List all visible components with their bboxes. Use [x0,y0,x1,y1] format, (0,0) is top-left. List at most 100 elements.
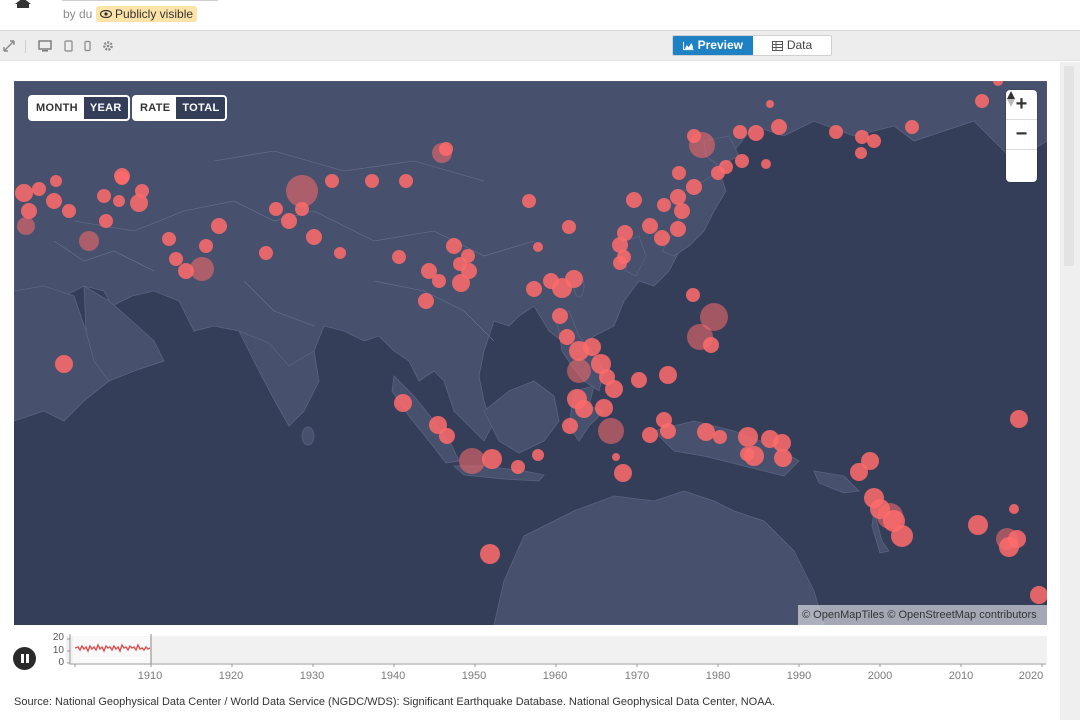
quake-marker [612,453,620,461]
eye-icon [100,10,112,18]
quake-marker [1008,530,1026,548]
quake-marker [17,217,35,235]
quake-marker [654,230,670,246]
source-note: Source: National Geophysical Data Center… [14,696,775,708]
visibility-badge[interactable]: Publicly visible [96,6,198,22]
x-tick: 2020 [1018,670,1044,682]
earthquake-map[interactable]: MONTH YEAR RATE TOTAL + − © OpenMapTiles… [14,81,1047,625]
quake-marker [631,372,647,388]
quake-marker [50,175,62,187]
chart-icon [683,41,694,50]
quake-marker [829,125,843,139]
quake-marker [526,281,542,297]
quake-marker [32,182,46,196]
quake-marker [626,192,642,208]
tab-preview[interactable]: Preview [673,36,753,55]
quake-marker [670,221,686,237]
compass-icon [1007,91,1015,107]
map-attribution[interactable]: © OpenMapTiles © OpenStreetMap contribut… [798,605,1047,625]
quake-marker [686,179,702,195]
quake-marker [135,184,149,198]
zoom-out-button[interactable]: − [1006,120,1037,150]
quake-marker [771,119,787,135]
quake-marker [269,202,283,216]
quake-marker [1030,586,1047,604]
quake-marker [850,463,868,481]
quake-marker [452,274,470,292]
quake-marker [461,249,475,263]
quake-marker [766,100,774,108]
title-underline [62,0,218,1]
quake-marker [735,154,749,168]
x-tick: 1950 [461,670,487,682]
quake-marker [642,427,658,443]
desktop-icon[interactable] [38,40,52,52]
quake-marker [399,174,413,188]
scrollbar-thumb[interactable] [1064,66,1074,266]
quake-marker [674,203,690,219]
quake-marker [774,449,792,467]
x-tick: 1930 [299,670,325,682]
quake-marker [46,193,62,209]
x-tick: 1970 [624,670,650,682]
x-tick: 1960 [542,670,568,682]
quake-marker [533,242,543,252]
tab-data-label: Data [786,38,813,52]
x-tick: 1910 [137,670,163,682]
quake-marker [259,246,273,260]
x-tick: 2010 [948,670,974,682]
quake-marker [670,189,686,205]
quake-marker [642,218,658,234]
quake-marker [855,147,867,159]
quake-marker [672,166,686,180]
timeline-axis [67,634,1046,667]
quake-marker [567,359,591,383]
quake-marker [286,175,318,207]
x-tick: 1920 [218,670,244,682]
map-canvas[interactable] [14,81,1047,625]
phone-icon[interactable] [84,40,91,52]
byline: by du [63,7,93,21]
quake-marker [975,94,989,108]
tab-data[interactable]: Data [753,36,831,55]
timeline-axis-line [69,634,1046,665]
quake-marker [79,231,99,251]
quake-marker [559,329,575,345]
home-icon[interactable] [14,0,32,8]
quake-marker [905,120,919,134]
quake-marker [660,423,676,439]
x-tick: 1940 [380,670,406,682]
toggle-year[interactable]: YEAR [83,97,128,119]
quake-marker [482,449,502,469]
view-tabs: Preview Data [672,35,832,56]
quake-marker [432,274,446,288]
quake-marker [713,430,727,444]
x-tick: 1980 [705,670,731,682]
landmass [14,81,1047,625]
quake-marker [562,220,576,234]
zoom-control: + − [1006,90,1037,182]
quake-marker [113,195,125,207]
australia-land [493,490,825,625]
quake-marker [552,308,568,324]
quake-marker [565,270,583,288]
tab-preview-label: Preview [697,38,743,52]
toggle-month[interactable]: MONTH [30,97,84,119]
scrollbar-track[interactable] [1060,62,1080,720]
quake-marker [867,134,881,148]
toggle-total[interactable]: TOTAL [176,97,226,119]
period-toggle: MONTH YEAR [28,95,130,121]
quake-marker [365,174,379,188]
expand-icon[interactable] [3,40,15,52]
visibility-label: Publicly visible [115,7,194,21]
gear-icon[interactable] [102,40,114,52]
quake-marker [697,423,715,441]
reset-north-button[interactable] [1006,91,1037,180]
quake-marker [418,293,434,309]
quake-marker [877,503,903,529]
quake-marker [281,213,297,229]
quake-marker [439,428,455,444]
tablet-icon[interactable] [64,40,73,52]
toggle-rate[interactable]: RATE [134,97,177,119]
quake-marker [598,418,624,444]
